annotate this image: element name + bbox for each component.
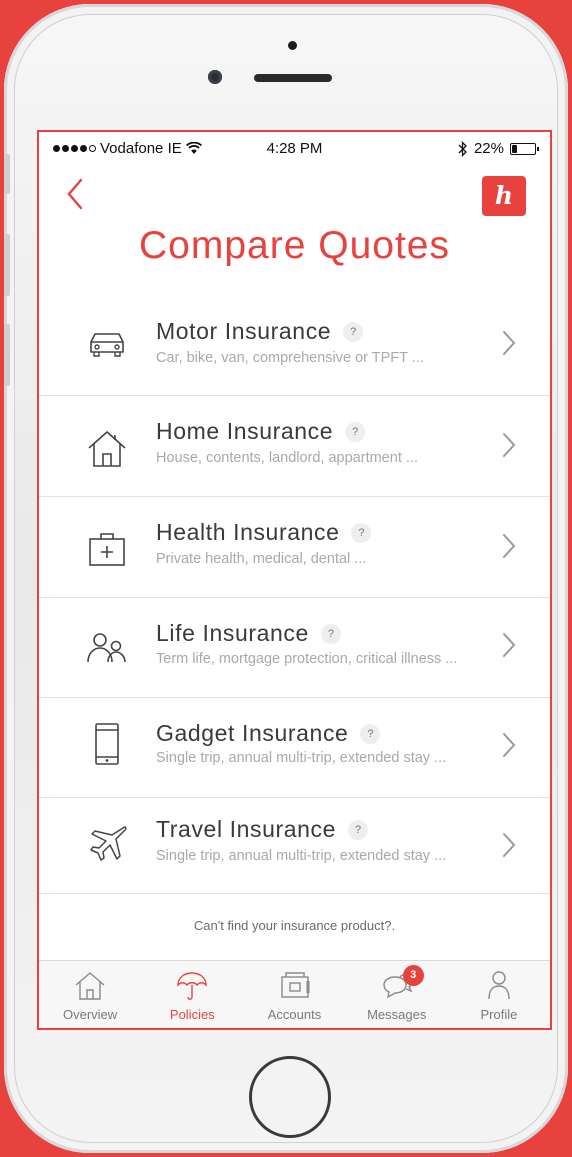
bluetooth-icon: [458, 140, 467, 157]
list-item-travel-insurance[interactable]: Travel Insurance ? Single trip, annual m…: [39, 798, 550, 894]
house-icon: [75, 972, 105, 1000]
tab-messages[interactable]: 3 Messages: [346, 961, 448, 1028]
battery-percent: 22%: [473, 140, 504, 157]
insurance-list: Motor Insurance ? Car, bike, van, compre…: [39, 294, 550, 894]
tab-label: Accounts: [267, 1007, 322, 1022]
row-subtitle: Private health, medical, dental ...: [156, 551, 367, 567]
battery-level: [512, 144, 518, 153]
chevron-right-icon: [503, 331, 516, 355]
proximity-sensor: [288, 41, 297, 50]
row-title: Travel Insurance ?: [156, 816, 369, 843]
home-button[interactable]: [249, 1056, 331, 1138]
people-icon: [87, 633, 126, 663]
tab-overview[interactable]: Overview: [39, 961, 141, 1028]
front-camera: [208, 70, 222, 84]
chevron-right-icon: [503, 833, 516, 857]
row-title: Motor Insurance ?: [156, 318, 364, 345]
list-item-gadget-insurance[interactable]: Gadget Insurance ? Single trip, annual m…: [39, 698, 550, 798]
chevron-left-icon: [67, 178, 83, 210]
chevron-right-icon: [503, 433, 516, 457]
unread-badge: 3: [402, 965, 424, 986]
brand-logo-button[interactable]: h: [482, 176, 526, 216]
row-title: Gadget Insurance ?: [156, 720, 381, 747]
house-icon: [88, 431, 126, 467]
row-title: Health Insurance ?: [156, 519, 372, 546]
wallet-icon: [280, 972, 309, 998]
mute-switch: [4, 154, 10, 194]
row-subtitle: Term life, mortgage protection, critical…: [156, 651, 458, 667]
row-subtitle: Car, bike, van, comprehensive or TPFT ..…: [156, 350, 424, 366]
volume-down-button: [4, 324, 10, 386]
tab-label: Messages: [367, 1007, 427, 1022]
status-bar: Vodafone IE 4:28 PM 22%: [39, 132, 550, 164]
tab-policies[interactable]: Policies: [141, 961, 243, 1028]
earpiece-speaker: [254, 74, 332, 82]
help-badge[interactable]: ?: [343, 321, 364, 342]
car-icon: [90, 333, 124, 357]
airplane-icon: [90, 826, 127, 861]
tab-label: Policies: [169, 1007, 215, 1022]
page-title: Compare Quotes: [139, 224, 450, 267]
help-badge[interactable]: ?: [348, 819, 369, 840]
tab-label: Profile: [480, 1007, 518, 1022]
phone-icon: [95, 723, 119, 765]
row-subtitle: House, contents, landlord, appartment ..…: [156, 450, 418, 466]
chevron-right-icon: [503, 633, 516, 657]
list-item-motor-insurance[interactable]: Motor Insurance ? Car, bike, van, compre…: [39, 294, 550, 396]
list-item-health-insurance[interactable]: Health Insurance ? Private health, medic…: [39, 497, 550, 598]
person-icon: [488, 971, 510, 1000]
help-badge[interactable]: ?: [345, 421, 366, 442]
row-subtitle: Single trip, annual multi-trip, extended…: [156, 750, 447, 766]
row-title: Home Insurance ?: [156, 418, 366, 445]
chevron-right-icon: [503, 534, 516, 558]
back-button[interactable]: [61, 176, 91, 212]
help-badge[interactable]: ?: [360, 723, 381, 744]
help-badge[interactable]: ?: [320, 623, 341, 644]
chevron-right-icon: [503, 733, 516, 757]
tab-profile[interactable]: Profile: [448, 961, 550, 1028]
medical-kit-icon: [89, 533, 125, 566]
cant-find-product-link[interactable]: Can't find your insurance product?.: [39, 918, 550, 933]
tab-label: Overview: [63, 1007, 118, 1022]
tab-bar: Overview Policies Accounts 3 Messages Pr…: [39, 960, 550, 1028]
app-screen: Vodafone IE 4:28 PM 22% h Compare Quotes: [37, 130, 552, 1030]
umbrella-icon: [177, 972, 207, 1000]
tab-accounts[interactable]: Accounts: [243, 961, 345, 1028]
list-item-life-insurance[interactable]: Life Insurance ? Term life, mortgage pro…: [39, 598, 550, 698]
list-item-home-insurance[interactable]: Home Insurance ? House, contents, landlo…: [39, 396, 550, 497]
row-subtitle: Single trip, annual multi-trip, extended…: [156, 848, 447, 864]
volume-up-button: [4, 234, 10, 296]
help-badge[interactable]: ?: [351, 522, 372, 543]
row-title: Life Insurance ?: [156, 620, 341, 647]
battery-icon: [510, 142, 539, 155]
